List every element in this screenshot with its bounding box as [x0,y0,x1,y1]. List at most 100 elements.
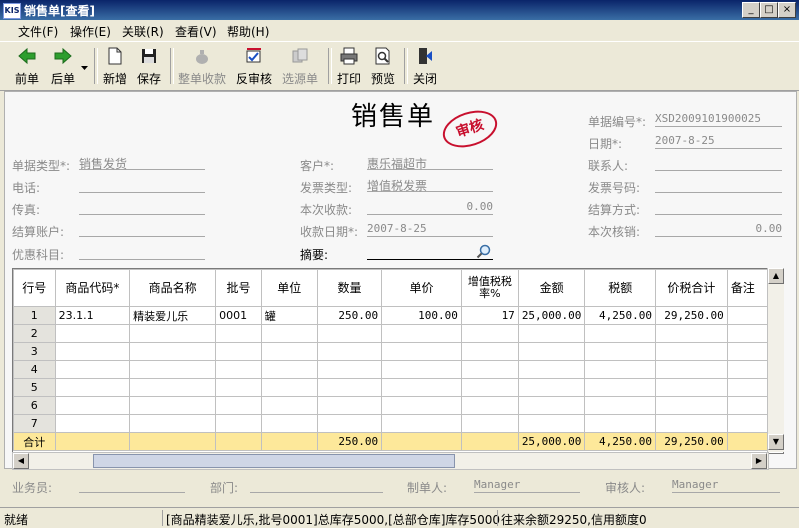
grid-cell-rate[interactable] [460,378,519,397]
grid-cell-price[interactable] [381,360,462,379]
grid-cell-qty[interactable] [316,324,383,343]
scroll-up-icon[interactable]: ▲ [768,268,784,284]
grid-cell-tax[interactable] [584,342,657,361]
grid-cell-batch[interactable] [215,342,262,361]
doc-no-field[interactable]: XSD2009101900025 [655,112,782,127]
menu-link[interactable]: 关联(R) [122,23,164,40]
vertical-scrollbar[interactable]: ▲ ▼ [767,268,784,452]
table-row[interactable]: 2 [13,324,783,343]
grid-cell-total[interactable] [655,414,728,433]
horizontal-scroll-thumb[interactable] [93,454,455,468]
phone-field[interactable] [79,178,205,193]
grid-cell-price[interactable]: 100.00 [381,306,462,325]
approver-field[interactable]: Manager [672,478,780,493]
grid-cell-code[interactable] [54,378,131,397]
maker-field[interactable]: Manager [474,478,580,493]
grid-cell-amount[interactable] [517,396,586,415]
select-source-button[interactable]: 选源单 [280,44,320,88]
grid-cell-amount[interactable]: 25,000.00 [517,306,586,325]
settle-account-field[interactable] [79,222,205,237]
department-field[interactable] [250,478,383,493]
print-button[interactable]: 打印 [334,44,364,88]
unapprove-button[interactable]: 反审核 [234,44,274,88]
new-button[interactable]: 新增 [100,44,130,88]
col-header-name[interactable]: 商品名称 [129,269,217,307]
menu-operation[interactable]: 操作(E) [70,23,111,40]
grid-cell-code[interactable] [54,342,131,361]
grid-cell-qty[interactable] [316,414,383,433]
grid-cell-price[interactable] [381,378,462,397]
date-field[interactable]: 2007-8-25 [655,134,782,149]
grid-cell-tax[interactable] [584,360,657,379]
grid-cell-price[interactable] [381,342,462,361]
col-header-qty[interactable]: 数量 [316,269,383,307]
grid-cell-code[interactable]: 23.1.1 [54,306,131,325]
grid-cell-batch[interactable]: 0001 [215,306,262,325]
grid-cell-total[interactable] [655,378,728,397]
receipt-date-field[interactable]: 2007-8-25 [367,222,493,237]
grid-cell-amount[interactable] [517,414,586,433]
grid-cell-qty[interactable] [316,342,383,361]
settle-method-field[interactable] [655,200,782,215]
grid-cell-name[interactable] [129,360,217,379]
menu-file[interactable]: 文件(F) [18,23,58,40]
grid-cell-total[interactable] [655,360,728,379]
grid-cell-name[interactable] [129,378,217,397]
col-header-code[interactable]: 商品代码* [54,269,131,307]
col-header-amount[interactable]: 金额 [517,269,586,307]
grid-cell-tax[interactable] [584,396,657,415]
horizontal-scrollbar[interactable]: ◀ ▶ [12,452,769,470]
grid-cell-price[interactable] [381,396,462,415]
salesperson-field[interactable] [79,478,185,493]
grid-cell-rate[interactable] [460,324,519,343]
menu-help[interactable]: 帮助(H) [227,23,269,40]
table-row[interactable]: 5 [13,378,783,397]
discount-subject-field[interactable] [79,245,205,260]
grid-cell-unit[interactable] [260,378,318,397]
grid-cell-tax[interactable] [584,378,657,397]
grid-cell-code[interactable] [54,324,131,343]
grid-cell-name[interactable]: 精装爱儿乐 [129,306,217,325]
customer-field[interactable]: 惠乐福超市 [367,155,493,171]
table-row[interactable]: 7 [13,414,783,433]
contact-field[interactable] [655,156,782,171]
grid-cell-batch[interactable] [215,378,262,397]
grid-cell-name[interactable] [129,342,217,361]
scroll-left-icon[interactable]: ◀ [13,453,29,469]
grid-cell-unit[interactable] [260,414,318,433]
grid-cell-unit[interactable] [260,324,318,343]
grid-cell-name[interactable] [129,396,217,415]
grid-cell-amount[interactable] [517,378,586,397]
grid-cell-rate[interactable] [460,396,519,415]
grid-cell-unit[interactable]: 罐 [260,306,318,325]
grid-cell-amount[interactable] [517,324,586,343]
close-window-button[interactable]: × [778,2,796,18]
grid-cell-amount[interactable] [517,360,586,379]
grid-cell-rate[interactable] [460,360,519,379]
scroll-right-icon[interactable]: ▶ [751,453,767,469]
grid-cell-code[interactable] [54,396,131,415]
grid-cell-total[interactable] [655,396,728,415]
col-header-unit[interactable]: 单位 [260,269,318,307]
grid-cell-batch[interactable] [215,360,262,379]
table-row[interactable]: 6 [13,396,783,415]
next-dropdown-button[interactable] [80,44,90,88]
doc-type-field[interactable]: 销售发货 [79,155,205,171]
minimize-button[interactable]: _ [742,2,760,18]
grid-cell-amount[interactable] [517,342,586,361]
col-header-tax[interactable]: 税额 [584,269,657,307]
table-row[interactable]: 4 [13,360,783,379]
grid-cell-total[interactable] [655,324,728,343]
grid-cell-name[interactable] [129,324,217,343]
grid-cell-qty[interactable]: 250.00 [316,306,383,325]
grid-cell-unit[interactable] [260,396,318,415]
grid-cell-rate[interactable] [460,414,519,433]
grid-cell-qty[interactable] [316,360,383,379]
grid-cell-name[interactable] [129,414,217,433]
fax-field[interactable] [79,200,205,215]
this-writeoff-field[interactable]: 0.00 [655,222,782,237]
grid-cell-unit[interactable] [260,360,318,379]
restore-button[interactable]: □ [760,2,778,18]
grid-cell-batch[interactable] [215,414,262,433]
grid-cell-code[interactable] [54,414,131,433]
